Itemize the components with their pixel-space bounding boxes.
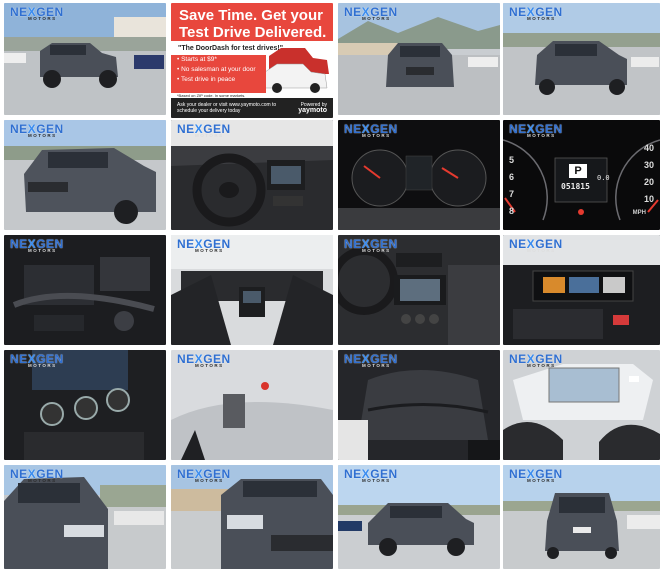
logo-subtitle: MOTORS [362,248,391,253]
logo-subtitle: MOTORS [28,363,57,368]
photo-doordash-ad[interactable]: Save Time. Get your Test Drive Delivered… [171,3,333,118]
yaymoto-logo: yaymoto [298,107,327,114]
dealer-logo: NEXGEN MOTORS [344,238,398,254]
logo-subtitle: MOTORS [362,363,391,368]
dealer-logo: NEXGEN MOTORS [509,238,563,254]
gear-indicator: P [569,164,587,178]
dealer-logo: NEXGEN MOTORS [509,353,563,369]
logo-subtitle: MOTORS [28,478,57,483]
photo-engine-bay[interactable]: NEXGEN MOTORS [4,235,166,345]
speed-marks: 40 30 20 10 [644,140,654,208]
photo-rear-exterior[interactable]: NEXGEN MOTORS [503,465,660,569]
dealer-logo: NEXGEN MOTORS [509,123,563,139]
logo-subtitle: MOTORS [28,16,57,21]
dealer-logo: NEXGEN MOTORS [344,468,398,484]
photo-climate-controls[interactable]: NEXGEN MOTORS [4,350,166,460]
photo-front-left-closeup[interactable]: NEXGEN MOTORS [4,465,166,569]
photo-interior-detail[interactable]: NEXGEN MOTORS [171,350,333,460]
photo-front-right-exterior[interactable]: NEXGEN MOTORS [503,3,660,115]
photo-dashboard-from-rear[interactable]: NEXGEN MOTORS [171,235,333,345]
dealer-logo: NEXGEN MOTORS [177,123,231,139]
ad-bullet: • Starts at $9* [177,56,217,63]
dealer-logo: NEXGEN MOTORS [177,353,231,369]
dealer-logo: NEXGEN MOTORS [509,6,563,22]
photo-front-exterior[interactable]: NEXGEN MOTORS [338,3,500,115]
logo-subtitle: MOTORS [195,363,224,368]
photo-headlight-closeup[interactable]: NEXGEN MOTORS [171,465,333,569]
photo-side-profile[interactable]: NEXGEN MOTORS [338,465,500,569]
logo-subtitle: MOTORS [28,133,57,138]
tach-mark: 6 [509,172,515,182]
tach-mark: 7 [509,189,515,199]
speed-mark: 20 [643,177,654,187]
dealer-logo: NEXGEN MOTORS [10,123,64,139]
ad-powered-by: Powered by yaymoto [298,102,327,114]
ad-bullet: • No salesman at your door [177,66,256,73]
logo-subtitle: MOTORS [527,478,556,483]
ad-footer: Ask your dealer or visit www.yaymoto.com… [171,98,333,118]
speed-mark: 10 [643,194,654,204]
dealer-logo: NEXGEN MOTORS [509,468,563,484]
tach-mark: 8 [509,206,515,216]
logo-subtitle: MOTORS [195,133,224,138]
logo-subtitle: MOTORS [195,478,224,483]
dealer-logo: NEXGEN MOTORS [10,353,64,369]
photo-infotainment-display[interactable]: NEXGEN MOTORS [503,235,660,345]
speed-mark: 30 [643,160,654,170]
dealer-logo: NEXGEN MOTORS [344,353,398,369]
logo-subtitle: MOTORS [527,248,556,253]
logo-subtitle: MOTORS [362,133,391,138]
tach-marks: 5 6 7 8 [509,152,514,220]
dealer-logo: NEXGEN MOTORS [344,123,398,139]
logo-subtitle: MOTORS [527,16,556,21]
logo-subtitle: MOTORS [362,478,391,483]
odometer-readout: 051815 [561,182,590,191]
speed-mark: 40 [643,143,654,153]
dealer-logo: NEXGEN MOTORS [177,468,231,484]
logo-subtitle: MOTORS [527,363,556,368]
photo-odometer-closeup[interactable]: P 051815 0.0 5 6 7 8 40 30 20 10 MPH NEX… [503,120,660,230]
dealer-logo: NEXGEN MOTORS [344,6,398,22]
photo-rear-seat[interactable]: NEXGEN MOTORS [338,350,500,460]
photo-front-left-exterior[interactable]: NEXGEN MOTORS [4,3,166,115]
logo-subtitle: MOTORS [362,16,391,21]
logo-subtitle: MOTORS [28,248,57,253]
dealer-logo: NEXGEN MOTORS [177,238,231,254]
ad-ask-text: Ask your dealer or visit www.yaymoto.com… [177,102,277,114]
trip-readout: 0.0 [597,174,610,182]
ad-headline: Save Time. Get your Test Drive Delivered… [179,7,327,41]
ad-tagline: "The DoorDash for test drives!" [178,45,284,52]
dealer-logo: NEXGEN MOTORS [10,468,64,484]
logo-subtitle: MOTORS [195,248,224,253]
photo-gallery: NEXGEN MOTORS Save Time. Get your Test D… [0,0,660,569]
photo-sunroof[interactable]: NEXGEN MOTORS [503,350,660,460]
dealer-logo: NEXGEN MOTORS [10,6,64,22]
photo-instrument-cluster[interactable]: NEXGEN MOTORS [338,120,500,230]
photo-center-console[interactable]: NEXGEN MOTORS [338,235,500,345]
ad-bullet: • Test drive in peace [177,76,236,83]
logo-subtitle: MOTORS [527,133,556,138]
ad-bullets: • Starts at $9* • No salesman at your do… [171,55,266,93]
tach-mark: 5 [509,155,515,165]
dealer-logo: NEXGEN MOTORS [10,238,64,254]
photo-front-three-quarter[interactable]: NEXGEN MOTORS [4,120,166,230]
speed-unit: MPH [632,210,646,216]
photo-steering-wheel[interactable]: NEXGEN MOTORS [171,120,333,230]
